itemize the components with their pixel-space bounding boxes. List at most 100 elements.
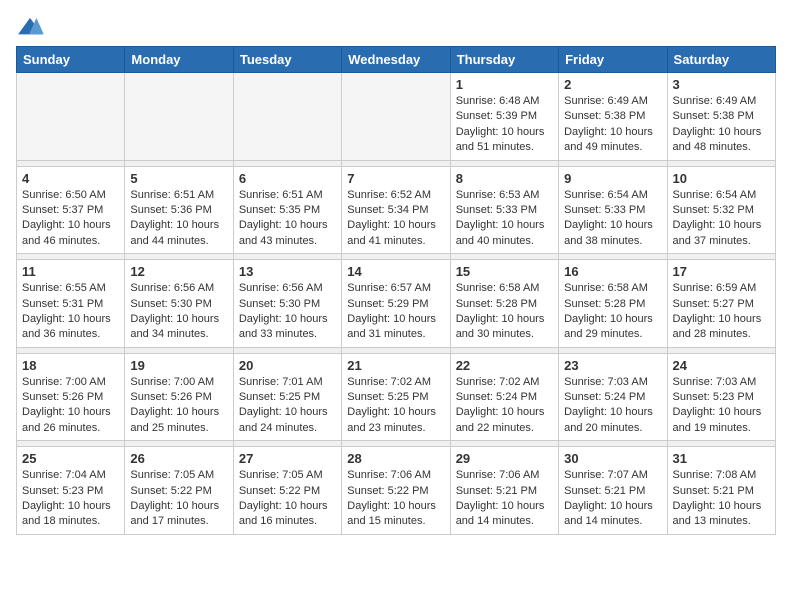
day-info: Sunrise: 6:49 AMSunset: 5:38 PMDaylight:… [673, 94, 770, 156]
day-info: Sunrise: 7:06 AMSunset: 5:22 PMDaylight:… [347, 468, 444, 530]
day-cell: 31 Sunrise: 7:08 AMSunset: 5:21 PMDayligh… [667, 447, 775, 535]
day-number: 15 [456, 264, 553, 279]
day-info: Sunrise: 7:06 AMSunset: 5:21 PMDaylight:… [456, 468, 553, 530]
day-cell: 23 Sunrise: 7:03 AMSunset: 5:24 PMDayligh… [559, 353, 667, 441]
day-number: 4 [22, 171, 119, 186]
day-cell: 30 Sunrise: 7:07 AMSunset: 5:21 PMDayligh… [559, 447, 667, 535]
day-info: Sunrise: 7:00 AMSunset: 5:26 PMDaylight:… [130, 375, 227, 437]
day-info: Sunrise: 6:51 AMSunset: 5:36 PMDaylight:… [130, 188, 227, 250]
col-header-thursday: Thursday [450, 47, 558, 73]
day-cell: 3 Sunrise: 6:49 AMSunset: 5:38 PMDaylight… [667, 73, 775, 161]
day-number: 5 [130, 171, 227, 186]
day-cell [17, 73, 125, 161]
day-cell: 24Sunrise: 7:03 AMSunset: 5:23 PMDayligh… [667, 353, 775, 441]
day-info: Sunrise: 6:49 AMSunset: 5:38 PMDaylight:… [564, 94, 661, 156]
day-number: 19 [130, 358, 227, 373]
day-number: 25 [22, 451, 119, 466]
day-info: Sunrise: 6:53 AMSunset: 5:33 PMDaylight:… [456, 188, 553, 250]
day-number: 22 [456, 358, 553, 373]
day-cell: 22 Sunrise: 7:02 AMSunset: 5:24 PMDayligh… [450, 353, 558, 441]
day-number: 17 [673, 264, 770, 279]
day-cell: 2 Sunrise: 6:49 AMSunset: 5:38 PMDaylight… [559, 73, 667, 161]
day-number: 3 [673, 77, 770, 92]
col-header-sunday: Sunday [17, 47, 125, 73]
day-number: 14 [347, 264, 444, 279]
day-cell: 19 Sunrise: 7:00 AMSunset: 5:26 PMDayligh… [125, 353, 233, 441]
day-cell: 25 Sunrise: 7:04 AMSunset: 5:23 PMDayligh… [17, 447, 125, 535]
day-cell [342, 73, 450, 161]
day-info: Sunrise: 7:03 AMSunset: 5:24 PMDaylight:… [564, 375, 661, 437]
day-number: 27 [239, 451, 336, 466]
day-info: Sunrise: 6:51 AMSunset: 5:35 PMDaylight:… [239, 188, 336, 250]
day-cell: 8 Sunrise: 6:53 AMSunset: 5:33 PMDaylight… [450, 166, 558, 254]
day-cell: 20Sunrise: 7:01 AMSunset: 5:25 PMDayligh… [233, 353, 341, 441]
day-cell: 9 Sunrise: 6:54 AMSunset: 5:33 PMDaylight… [559, 166, 667, 254]
day-info: Sunrise: 7:04 AMSunset: 5:23 PMDaylight:… [22, 468, 119, 530]
day-number: 9 [564, 171, 661, 186]
logo [16, 16, 48, 38]
day-cell: 27 Sunrise: 7:05 AMSunset: 5:22 PMDayligh… [233, 447, 341, 535]
day-info: Sunrise: 7:02 AMSunset: 5:24 PMDaylight:… [456, 375, 553, 437]
week-row-5: 25 Sunrise: 7:04 AMSunset: 5:23 PMDayligh… [17, 447, 776, 535]
logo-icon [16, 16, 44, 38]
day-info: Sunrise: 7:08 AMSunset: 5:21 PMDaylight:… [673, 468, 770, 530]
day-cell: 18 Sunrise: 7:00 AMSunset: 5:26 PMDayligh… [17, 353, 125, 441]
calendar: SundayMondayTuesdayWednesdayThursdayFrid… [16, 46, 776, 535]
day-number: 23 [564, 358, 661, 373]
day-info: Sunrise: 6:52 AMSunset: 5:34 PMDaylight:… [347, 188, 444, 250]
day-cell: 29 Sunrise: 7:06 AMSunset: 5:21 PMDayligh… [450, 447, 558, 535]
day-number: 6 [239, 171, 336, 186]
day-cell [233, 73, 341, 161]
day-info: Sunrise: 6:58 AMSunset: 5:28 PMDaylight:… [564, 281, 661, 343]
day-number: 18 [22, 358, 119, 373]
day-number: 12 [130, 264, 227, 279]
day-info: Sunrise: 6:56 AMSunset: 5:30 PMDaylight:… [130, 281, 227, 343]
day-cell: 10Sunrise: 6:54 AMSunset: 5:32 PMDayligh… [667, 166, 775, 254]
day-cell: 28 Sunrise: 7:06 AMSunset: 5:22 PMDayligh… [342, 447, 450, 535]
day-number: 28 [347, 451, 444, 466]
day-info: Sunrise: 7:02 AMSunset: 5:25 PMDaylight:… [347, 375, 444, 437]
day-number: 2 [564, 77, 661, 92]
day-cell: 16 Sunrise: 6:58 AMSunset: 5:28 PMDayligh… [559, 260, 667, 348]
week-row-1: 1 Sunrise: 6:48 AMSunset: 5:39 PMDaylight… [17, 73, 776, 161]
day-cell [125, 73, 233, 161]
day-number: 29 [456, 451, 553, 466]
day-cell: 14 Sunrise: 6:57 AMSunset: 5:29 PMDayligh… [342, 260, 450, 348]
day-info: Sunrise: 7:05 AMSunset: 5:22 PMDaylight:… [239, 468, 336, 530]
col-header-saturday: Saturday [667, 47, 775, 73]
col-header-wednesday: Wednesday [342, 47, 450, 73]
day-cell: 15 Sunrise: 6:58 AMSunset: 5:28 PMDayligh… [450, 260, 558, 348]
day-info: Sunrise: 6:58 AMSunset: 5:28 PMDaylight:… [456, 281, 553, 343]
day-number: 31 [673, 451, 770, 466]
day-info: Sunrise: 6:54 AMSunset: 5:33 PMDaylight:… [564, 188, 661, 250]
day-cell: 21 Sunrise: 7:02 AMSunset: 5:25 PMDayligh… [342, 353, 450, 441]
day-number: 16 [564, 264, 661, 279]
day-number: 26 [130, 451, 227, 466]
day-cell: 26 Sunrise: 7:05 AMSunset: 5:22 PMDayligh… [125, 447, 233, 535]
day-info: Sunrise: 6:50 AMSunset: 5:37 PMDaylight:… [22, 188, 119, 250]
day-number: 1 [456, 77, 553, 92]
day-number: 8 [456, 171, 553, 186]
day-info: Sunrise: 7:01 AMSunset: 5:25 PMDaylight:… [239, 375, 336, 437]
day-info: Sunrise: 6:55 AMSunset: 5:31 PMDaylight:… [22, 281, 119, 343]
day-info: Sunrise: 7:07 AMSunset: 5:21 PMDaylight:… [564, 468, 661, 530]
day-info: Sunrise: 6:57 AMSunset: 5:29 PMDaylight:… [347, 281, 444, 343]
day-info: Sunrise: 6:48 AMSunset: 5:39 PMDaylight:… [456, 94, 553, 156]
day-info: Sunrise: 7:03 AMSunset: 5:23 PMDaylight:… [673, 375, 770, 437]
day-number: 30 [564, 451, 661, 466]
header-row: SundayMondayTuesdayWednesdayThursdayFrid… [17, 47, 776, 73]
day-cell: 13Sunrise: 6:56 AMSunset: 5:30 PMDayligh… [233, 260, 341, 348]
day-info: Sunrise: 7:00 AMSunset: 5:26 PMDaylight:… [22, 375, 119, 437]
day-number: 21 [347, 358, 444, 373]
week-row-3: 11Sunrise: 6:55 AMSunset: 5:31 PMDayligh… [17, 260, 776, 348]
week-row-4: 18 Sunrise: 7:00 AMSunset: 5:26 PMDayligh… [17, 353, 776, 441]
day-cell: 11Sunrise: 6:55 AMSunset: 5:31 PMDayligh… [17, 260, 125, 348]
day-info: Sunrise: 7:05 AMSunset: 5:22 PMDaylight:… [130, 468, 227, 530]
col-header-friday: Friday [559, 47, 667, 73]
day-cell: 1 Sunrise: 6:48 AMSunset: 5:39 PMDaylight… [450, 73, 558, 161]
day-number: 13 [239, 264, 336, 279]
day-cell: 17Sunrise: 6:59 AMSunset: 5:27 PMDayligh… [667, 260, 775, 348]
week-row-2: 4 Sunrise: 6:50 AMSunset: 5:37 PMDaylight… [17, 166, 776, 254]
day-cell: 7Sunrise: 6:52 AMSunset: 5:34 PMDaylight… [342, 166, 450, 254]
day-cell: 6 Sunrise: 6:51 AMSunset: 5:35 PMDaylight… [233, 166, 341, 254]
